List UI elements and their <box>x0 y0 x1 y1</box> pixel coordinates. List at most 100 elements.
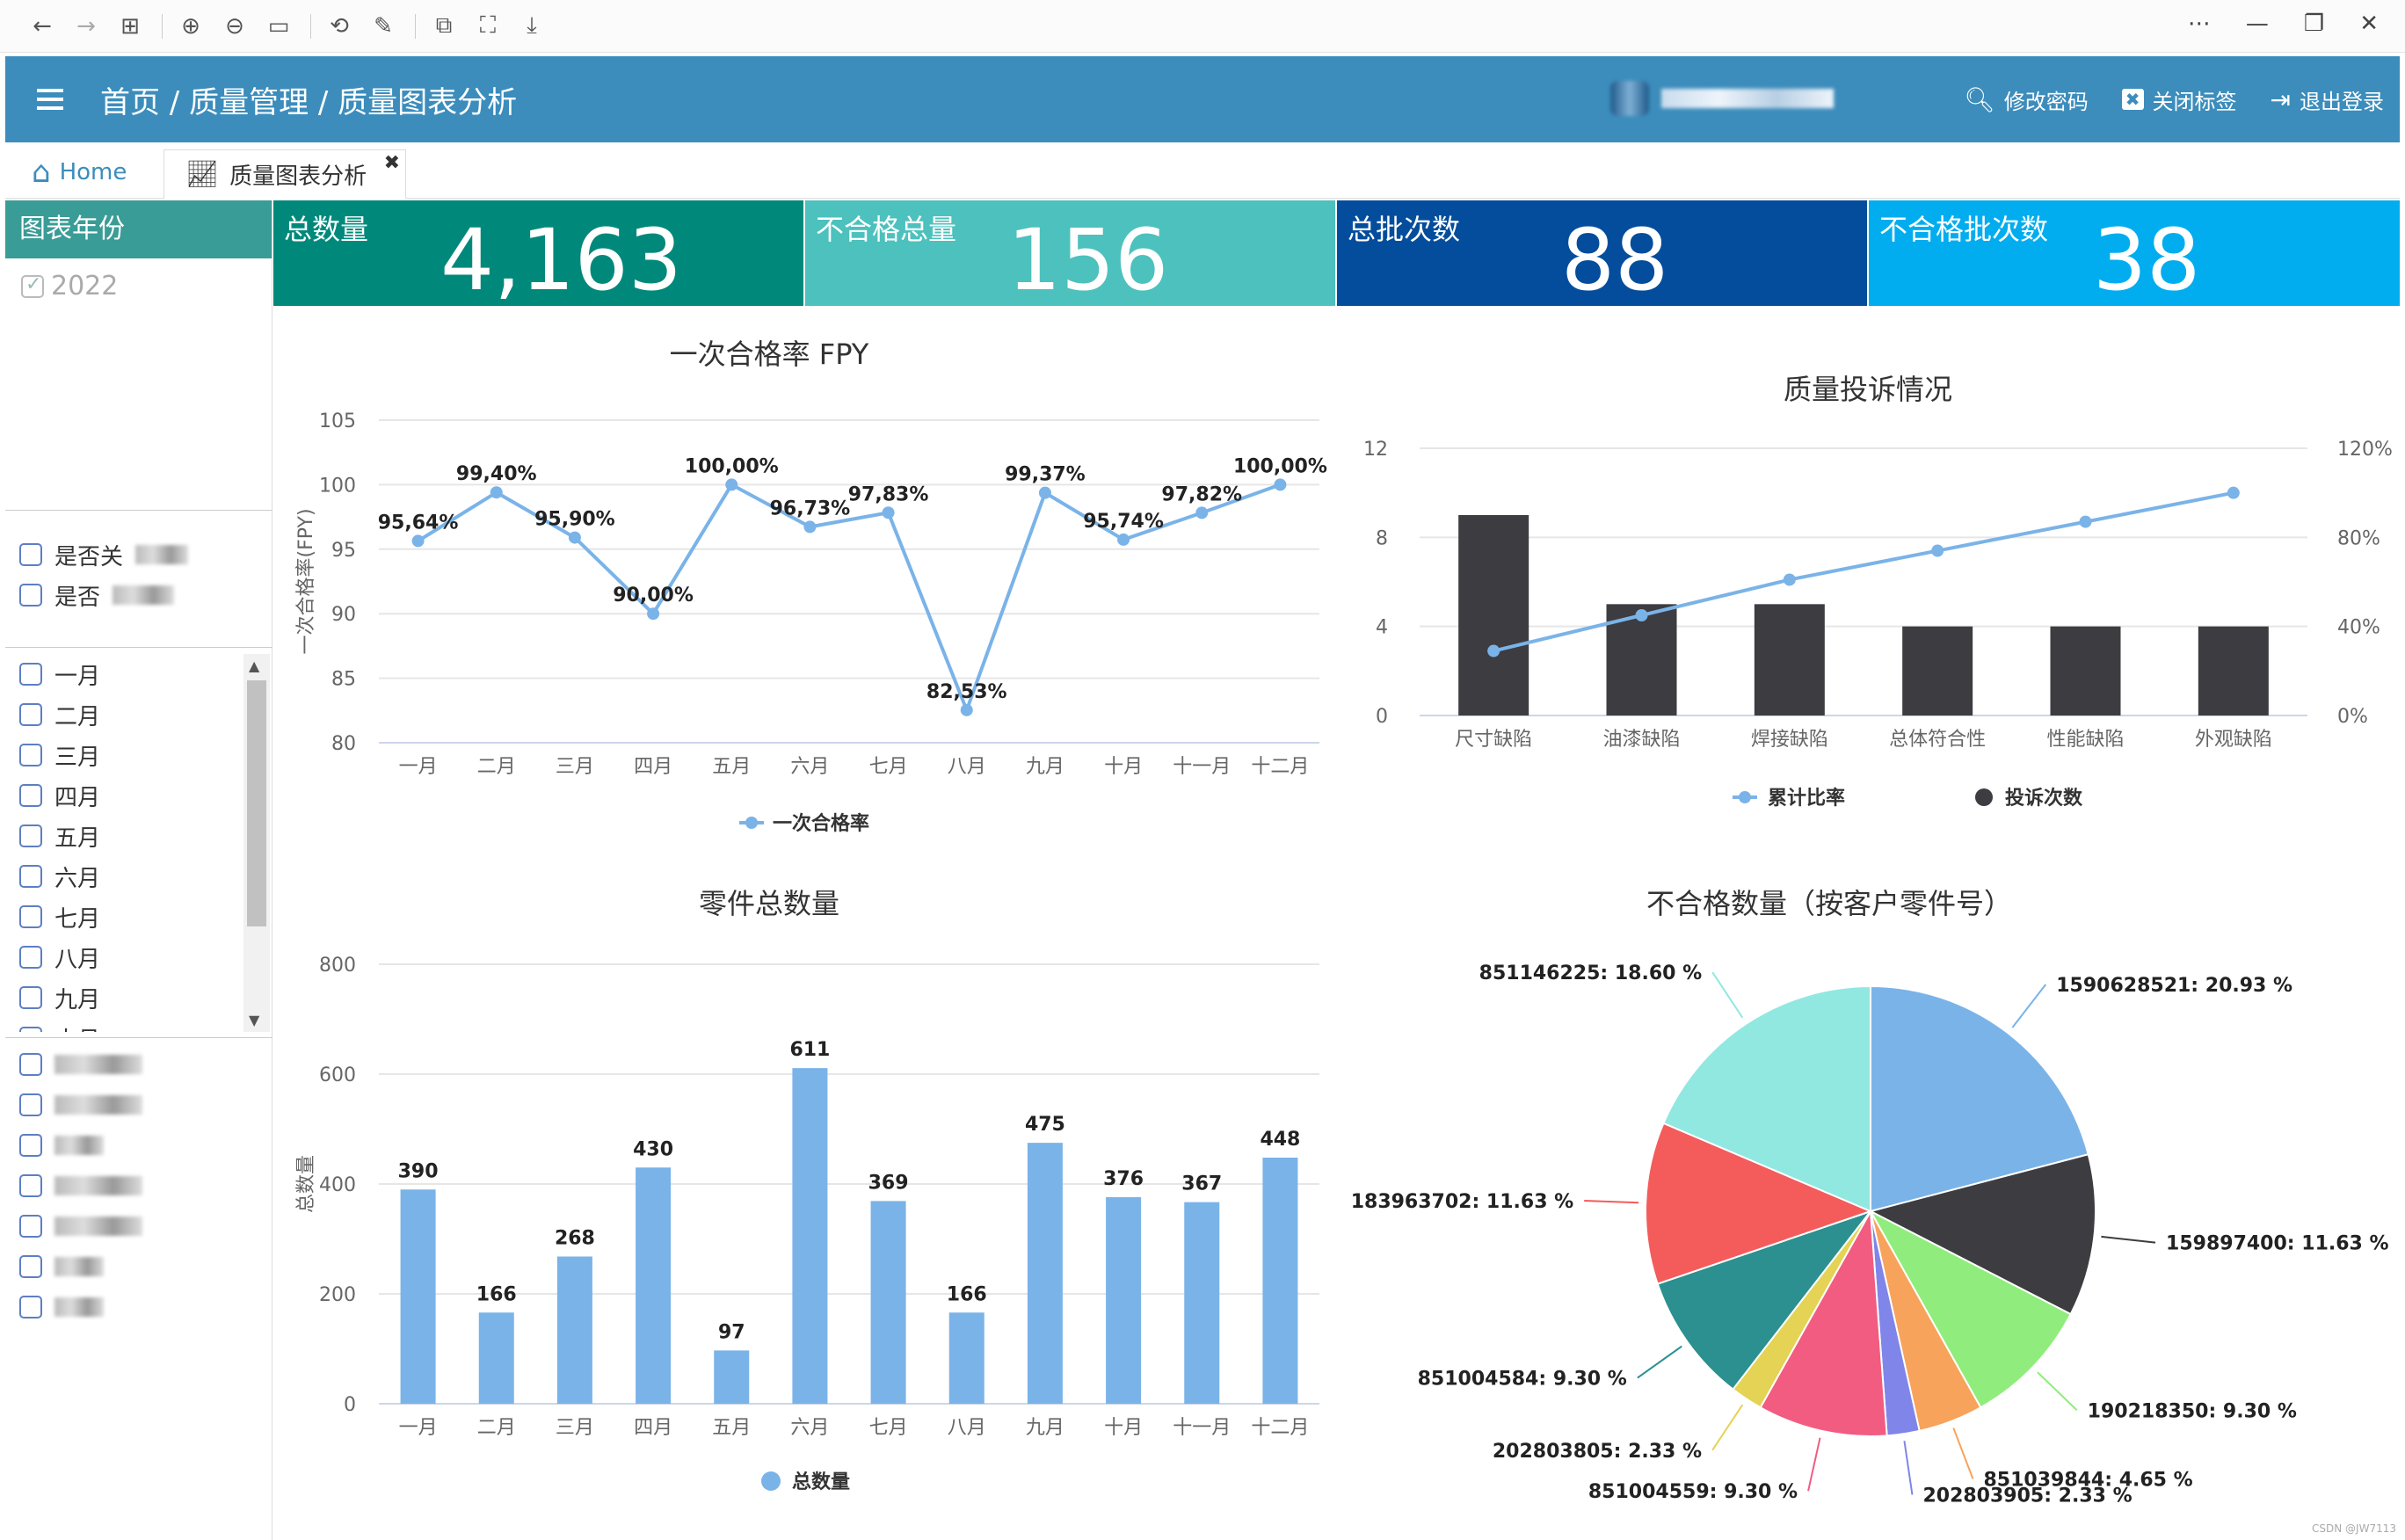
cumulative-point <box>1931 544 1944 557</box>
checkbox[interactable] <box>19 1093 42 1116</box>
redacted-option[interactable] <box>5 1246 142 1287</box>
menu-icon[interactable] <box>37 84 63 115</box>
pie-data-label: 851146225: 18.60 % <box>1479 962 1703 984</box>
month-option[interactable]: 四月 <box>5 775 272 816</box>
redacted-option[interactable] <box>5 1085 142 1125</box>
close-tabs-button[interactable]: ✖ 关闭标签 <box>2121 84 2237 115</box>
y-tick-label: 105 <box>319 410 356 432</box>
crop-icon[interactable]: ⛶ <box>472 11 504 42</box>
filter-option-1[interactable]: 是否关 <box>5 534 189 575</box>
month-option[interactable]: 九月 <box>5 977 272 1018</box>
x-tick-label: 焊接缺陷 <box>1751 729 1828 751</box>
checkbox[interactable] <box>19 1215 42 1238</box>
forward-icon[interactable]: → <box>70 11 102 42</box>
month-option[interactable]: 三月 <box>5 735 272 775</box>
pie-data-label: 851004584: 9.30 % <box>1418 1369 1627 1391</box>
checkbox[interactable] <box>19 663 42 686</box>
kpi-total-batches: 总批次数 88 <box>1337 200 1867 309</box>
rotate-icon[interactable]: ⟲ <box>323 11 355 42</box>
x-tick-label: 六月 <box>790 1417 829 1439</box>
fpy-data-label: 97,83% <box>848 483 929 505</box>
x-tick-label: 尺寸缺陷 <box>1455 729 1532 751</box>
year-checkbox[interactable] <box>21 273 44 298</box>
change-password-button[interactable]: 🔍︎ 修改密码 <box>1964 84 2089 115</box>
pie-connector <box>1637 1345 1682 1379</box>
redacted-text <box>54 1297 104 1317</box>
y-tick-label: 8 <box>1376 527 1388 549</box>
redacted-text <box>54 1136 104 1155</box>
redacted-option[interactable] <box>5 1125 142 1166</box>
filter-option-2[interactable]: 是否 <box>5 575 188 615</box>
month-option[interactable]: 十月 <box>5 1018 272 1032</box>
checkbox[interactable] <box>19 744 42 766</box>
more-icon[interactable]: ⋯ <box>2188 11 2211 37</box>
checkbox[interactable] <box>19 1255 42 1278</box>
bar-data-label: 369 <box>868 1172 909 1194</box>
checkbox[interactable] <box>19 584 42 607</box>
fpy-point <box>725 478 738 491</box>
complaint-bar <box>2198 626 2269 716</box>
month-option[interactable]: 七月 <box>5 897 272 937</box>
x-tick-label: 八月 <box>948 1417 986 1439</box>
checkbox[interactable] <box>19 1134 42 1157</box>
month-option[interactable]: 八月 <box>5 937 272 977</box>
restore-icon[interactable]: ❐ <box>2304 11 2324 37</box>
tab-close-icon[interactable]: ✖ <box>384 152 400 174</box>
checkbox[interactable] <box>19 1027 42 1032</box>
complaint-bar <box>1902 626 1973 716</box>
checkbox[interactable] <box>19 1053 42 1076</box>
copy-icon[interactable]: ⧉ <box>428 11 460 42</box>
scroll-up-icon[interactable]: ▲ <box>249 657 259 674</box>
y-tick-label: 90 <box>331 604 356 626</box>
legend-marker <box>1739 791 1751 803</box>
checkbox[interactable] <box>19 905 42 928</box>
quantity-bar <box>1027 1143 1063 1404</box>
month-option[interactable]: 五月 <box>5 816 272 856</box>
month-option[interactable]: 六月 <box>5 856 272 897</box>
fpy-point <box>803 520 817 534</box>
back-icon[interactable]: ← <box>26 11 58 42</box>
year-option[interactable]: 2022 <box>5 258 272 301</box>
zoom-out-icon[interactable]: ⊖ <box>219 11 251 42</box>
scroll-down-icon[interactable]: ▼ <box>249 1012 259 1028</box>
breadcrumb: 首页 / 质量管理 / 质量图表分析 <box>100 84 518 120</box>
minimize-icon[interactable]: — <box>2246 11 2269 37</box>
fpy-data-label: 99,37% <box>1005 464 1086 486</box>
quantity-bar <box>870 1201 906 1404</box>
x-tick-label: 八月 <box>948 756 986 778</box>
x-tick-label: 一月 <box>399 1417 438 1439</box>
scroll-thumb[interactable] <box>247 680 266 926</box>
divider <box>5 1037 272 1038</box>
tab-home[interactable]: ⌂ Home <box>32 155 127 190</box>
download-icon[interactable]: ⤓ <box>516 11 548 42</box>
month-option[interactable]: 二月 <box>5 694 272 735</box>
tab-quality-chart[interactable]: 📈︎ 质量图表分析 ✖ <box>163 149 406 199</box>
checkbox[interactable] <box>19 1174 42 1197</box>
redacted-option[interactable] <box>5 1206 142 1246</box>
edit-icon[interactable]: ✎ <box>367 11 399 42</box>
quantity-bar <box>1262 1158 1298 1404</box>
user-info[interactable] <box>1610 81 1839 116</box>
checkbox[interactable] <box>19 865 42 888</box>
checkbox[interactable] <box>19 543 42 566</box>
checkbox[interactable] <box>19 784 42 807</box>
checkbox[interactable] <box>19 1296 42 1318</box>
close-window-icon[interactable]: ✕ <box>2359 11 2379 37</box>
redacted-option[interactable] <box>5 1287 142 1327</box>
fpy-data-label: 82,53% <box>926 681 1007 703</box>
month-scrollbar[interactable]: ▲ ▼ <box>243 654 270 1032</box>
complaint-bar <box>1754 604 1825 716</box>
fit-page-icon[interactable]: ▭ <box>263 11 294 42</box>
redacted-option[interactable] <box>5 1166 142 1206</box>
grid-icon[interactable]: ⊞ <box>114 11 146 42</box>
month-option[interactable]: 一月 <box>5 654 272 694</box>
pie-data-label: 190218350: 9.30 % <box>2088 1400 2297 1422</box>
filter-sidebar: 图表年份 2022 是否关 是否 一月二月三月四月五月六月七月八月九月十月 ▲ … <box>5 200 272 1540</box>
logout-button[interactable]: ⇥ 退出登录 <box>2271 84 2384 115</box>
zoom-in-icon[interactable]: ⊕ <box>175 11 207 42</box>
checkbox[interactable] <box>19 703 42 726</box>
checkbox[interactable] <box>19 946 42 969</box>
redacted-option[interactable] <box>5 1044 142 1085</box>
checkbox[interactable] <box>19 986 42 1009</box>
checkbox[interactable] <box>19 824 42 847</box>
